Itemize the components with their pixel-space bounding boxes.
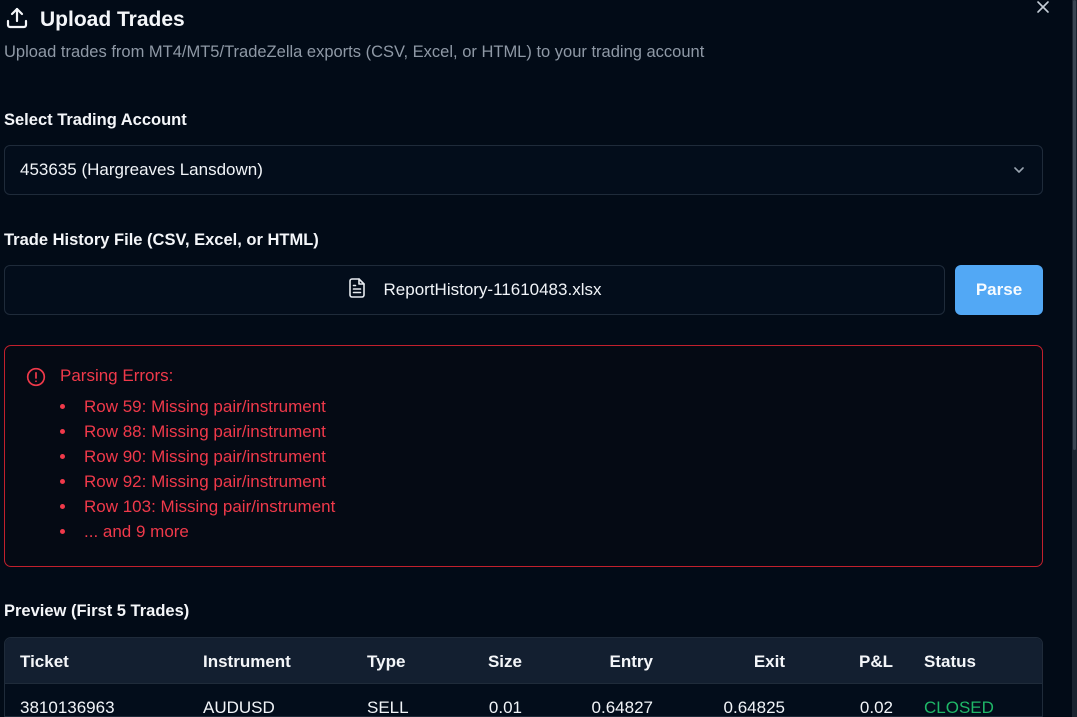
column-header-size[interactable]: Size [488,652,522,672]
error-item: Row 92: Missing pair/instrument [60,469,335,494]
column-header-ticket[interactable]: Ticket [20,652,69,672]
chevron-down-icon [1012,163,1026,182]
account-label: Select Trading Account [4,111,187,129]
cell-size: 0.01 [488,698,522,717]
account-select-value: 453635 (Hargreaves Lansdown) [20,160,263,179]
file-input[interactable]: ReportHistory-11610483.xlsx [4,265,945,315]
error-item: Row 90: Missing pair/instrument [60,444,335,469]
error-item: ... and 9 more [60,519,335,544]
parse-button[interactable]: Parse [955,265,1043,315]
error-item: Row 103: Missing pair/instrument [60,494,335,519]
cell-exit: 0.64825 [723,698,785,717]
upload-trades-dialog: Upload Trades Upload trades from MT4/MT5… [0,0,1077,717]
parsing-errors-alert: Parsing Errors: Row 59: Missing pair/ins… [4,345,1043,567]
file-text-icon [348,277,366,303]
dialog-subtitle: Upload trades from MT4/MT5/TradeZella ex… [4,43,705,61]
scrollbar[interactable] [1072,0,1077,717]
alert-circle-icon [26,367,46,392]
preview-label: Preview (First 5 Trades) [4,602,190,620]
close-icon [1036,0,1050,19]
column-header-exit[interactable]: Exit [754,652,785,672]
column-header-type[interactable]: Type [367,652,405,672]
column-header-pnl[interactable]: P&L [859,652,893,672]
close-button[interactable] [1033,0,1053,18]
file-label: Trade History File (CSV, Excel, or HTML) [4,231,319,249]
error-item: Row 59: Missing pair/instrument [60,394,335,419]
cell-status: CLOSED [924,698,994,717]
account-select[interactable]: 453635 (Hargreaves Lansdown) [4,145,1043,195]
cell-type: SELL [367,698,409,717]
parsing-errors-list: Row 59: Missing pair/instrument Row 88: … [60,394,335,544]
column-header-status[interactable]: Status [924,652,976,672]
cell-instrument: AUDUSD [203,698,275,717]
file-name: ReportHistory-11610483.xlsx [383,280,602,299]
cell-pnl: 0.02 [859,698,893,717]
upload-icon [5,6,29,35]
dialog-title: Upload Trades [40,8,185,31]
error-item: Row 88: Missing pair/instrument [60,419,335,444]
column-header-instrument[interactable]: Instrument [203,652,291,672]
dialog-header: Upload Trades [5,6,185,34]
preview-table: Ticket Instrument Type Size Entry Exit P… [4,637,1043,717]
cell-ticket: 3810136963 [20,698,115,717]
cell-entry: 0.64827 [591,698,653,717]
column-header-entry[interactable]: Entry [610,652,653,672]
parsing-errors-title: Parsing Errors: [60,366,174,385]
